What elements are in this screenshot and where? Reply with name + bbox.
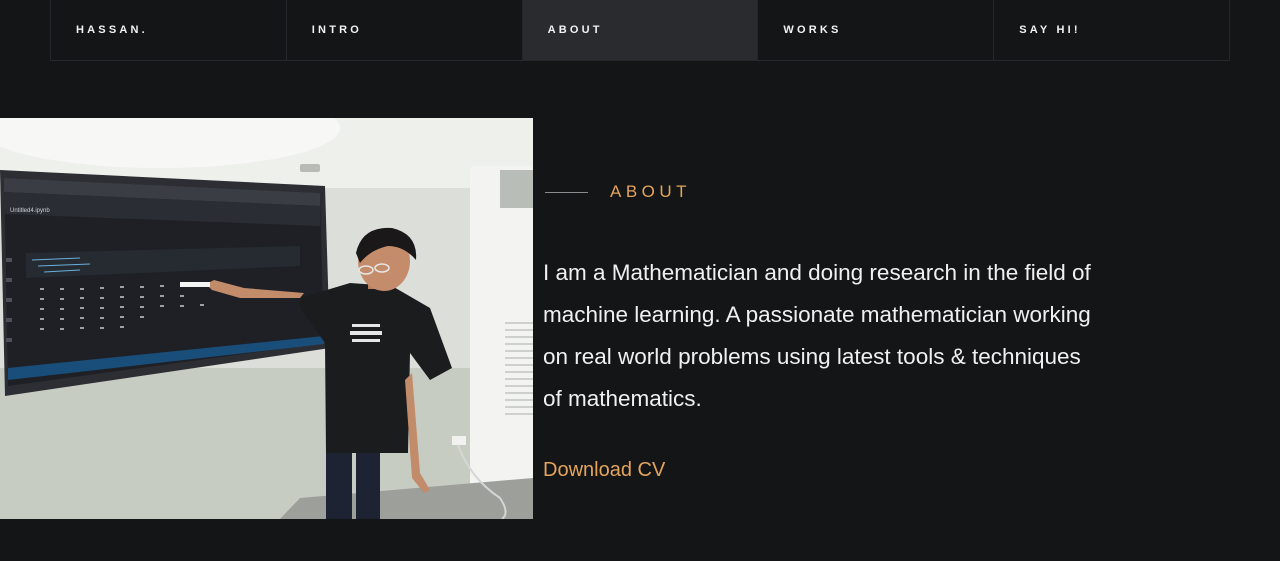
heading-divider-line	[545, 191, 588, 193]
about-heading: ABOUT	[543, 170, 1103, 214]
top-navigation: HASSAN. INTRO ABOUT WORKS SAY HI!	[50, 0, 1230, 61]
nav-say-hi-link[interactable]: SAY HI!	[994, 0, 1229, 60]
about-section: ABOUT I am a Mathematician and doing res…	[543, 170, 1103, 482]
nav-about-link[interactable]: ABOUT	[522, 0, 759, 60]
screen-tab-text: Untitled4.ipynb	[10, 208, 50, 214]
nav-intro-link[interactable]: INTRO	[287, 0, 523, 60]
profile-photo: Untitled4.ipynb	[0, 118, 533, 519]
download-cv-link[interactable]: Download CV	[543, 459, 665, 482]
about-description: I am a Mathematician and doing research …	[543, 260, 1091, 411]
nav-brand-link[interactable]: HASSAN.	[51, 0, 287, 60]
about-title: ABOUT	[610, 182, 692, 201]
nav-works-link[interactable]: WORKS	[758, 0, 995, 60]
